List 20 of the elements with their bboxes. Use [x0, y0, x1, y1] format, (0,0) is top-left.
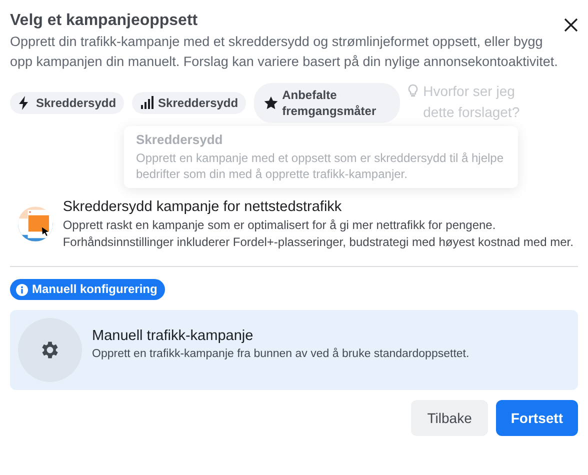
- badge-label: Manuell konfigurering: [32, 282, 158, 297]
- option-title: Skreddersydd kampanje for nettstedstrafikk: [62, 198, 343, 217]
- option-description: Opprett raskt en kampanje som er optimalisert for å gi mer nettrafikk for pengene. Forhåndsinnstillinger inkluderer Fordel+-plasseringer, budstrategi med høyest kostnad med mer.: [62, 217, 574, 251]
- option-card[interactable]: Manuell trafikk-kampanje Opprett en trafikk-kampanje fra bunnen av ved å bruke standardoppsettet.: [10, 310, 578, 390]
- chip-label: Skreddersydd: [36, 95, 116, 111]
- tooltip-title: Skreddersydd: [136, 132, 224, 148]
- lightbulb-icon: [408, 84, 418, 98]
- dialog-description: Opprett din trafikk-kampanje med et skreddersydd og strømlinjeformet oppsett, eller bygg opp kampanjen din manuelt. Forslag kan variere basert på din nylige annonsekontoaktivitet.: [10, 33, 559, 71]
- dialog-title: Velg et kampanjeoppsett: [10, 11, 199, 31]
- option-description: Opprett en trafikk-kampanje fra bunnen av ved å bruke standardoppsettet.: [92, 346, 470, 362]
- star-icon: [264, 96, 278, 110]
- continue-button[interactable]: Fortsett: [496, 400, 578, 436]
- close-icon: [564, 18, 578, 32]
- info-icon: [16, 284, 28, 296]
- back-button[interactable]: Tilbake: [411, 400, 488, 436]
- tooltip-text: Opprett en kampanje med et oppsett som er skreddersydd til å hjelpe bedrifter som din med å opprette trafikk-kampanjer.: [136, 150, 505, 182]
- chip-label: Anbefalte fremgangsmåter: [282, 87, 378, 119]
- bar-chart-icon: [140, 96, 154, 110]
- option-title: Manuell trafikk-kampanje: [92, 327, 254, 346]
- chip-label: Skreddersydd: [158, 95, 238, 111]
